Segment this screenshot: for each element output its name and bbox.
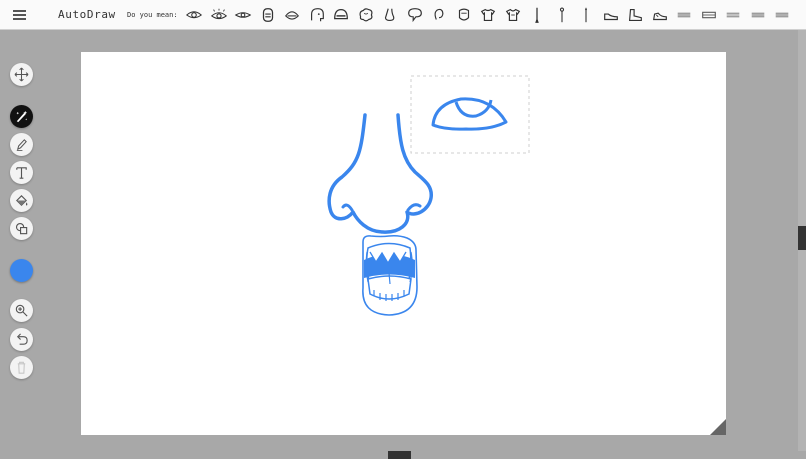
suggestion-head-profile-icon[interactable] bbox=[305, 5, 330, 25]
delete-tool-button[interactable] bbox=[10, 356, 33, 379]
zoom-tool-button[interactable] bbox=[10, 299, 33, 322]
suggestion-pin-icon[interactable] bbox=[550, 5, 575, 25]
suggestion-lines-stack-icon[interactable] bbox=[770, 5, 795, 25]
suggestion-needle-icon[interactable] bbox=[574, 5, 599, 25]
suggestion-lines-bold-icon[interactable] bbox=[697, 5, 722, 25]
suggestion-eye-simple-icon[interactable] bbox=[231, 5, 256, 25]
vertical-scrollbar-thumb[interactable] bbox=[798, 226, 806, 250]
autodraw-tool-button[interactable] bbox=[10, 105, 33, 128]
text-icon bbox=[16, 167, 27, 179]
suggestion-eye-lashes-icon[interactable] bbox=[207, 5, 232, 25]
mouth-drawing[interactable] bbox=[362, 234, 418, 316]
suggestion-list bbox=[182, 5, 806, 25]
undo-tool-button[interactable] bbox=[10, 328, 33, 351]
fill-tool-button[interactable] bbox=[10, 189, 33, 212]
suggestion-brain-icon[interactable] bbox=[354, 5, 379, 25]
suggestion-boot-icon[interactable] bbox=[623, 5, 648, 25]
trash-icon bbox=[17, 361, 26, 374]
shape-tool-button[interactable] bbox=[10, 217, 33, 240]
suggestion-mouth-icon[interactable] bbox=[280, 5, 305, 25]
suggestion-face-mask-icon[interactable] bbox=[256, 5, 281, 25]
selected-stroke[interactable] bbox=[410, 75, 530, 154]
suggestion-eye-icon[interactable] bbox=[182, 5, 207, 25]
suggestion-pen-icon[interactable] bbox=[525, 5, 550, 25]
suggestion-lines-icon[interactable] bbox=[672, 5, 697, 25]
suggestion-lines-thin-icon[interactable] bbox=[721, 5, 746, 25]
suggestion-lines-double-icon[interactable] bbox=[746, 5, 771, 25]
hamburger-menu-icon[interactable] bbox=[12, 8, 30, 22]
page-curl-icon bbox=[710, 419, 726, 435]
type-tool-button[interactable] bbox=[10, 161, 33, 184]
suggestion-face-icon[interactable] bbox=[452, 5, 477, 25]
draw-tool-button[interactable] bbox=[10, 133, 33, 156]
undo-icon bbox=[16, 333, 28, 345]
paint-bucket-icon bbox=[16, 195, 28, 206]
suggestion-speech-bubble-icon[interactable] bbox=[403, 5, 428, 25]
app-title: AutoDraw bbox=[58, 8, 116, 21]
do-you-mean-label: Do you mean: bbox=[127, 11, 178, 19]
autodraw-icon bbox=[16, 110, 28, 123]
suggestion-sneaker-icon[interactable] bbox=[648, 5, 673, 25]
shapes-icon bbox=[15, 222, 28, 235]
drawing-canvas[interactable] bbox=[81, 52, 726, 435]
suggestion-shirt-icon[interactable] bbox=[476, 5, 501, 25]
suggestion-ear-icon[interactable] bbox=[427, 5, 452, 25]
nose-drawing[interactable] bbox=[327, 113, 434, 234]
color-picker-button[interactable] bbox=[10, 259, 33, 282]
top-bar: AutoDraw Do you mean: bbox=[0, 0, 806, 30]
move-tool-button[interactable] bbox=[10, 63, 33, 86]
zoom-icon bbox=[15, 304, 28, 317]
move-arrows-icon bbox=[14, 67, 29, 82]
suggestion-helmet-icon[interactable] bbox=[329, 5, 354, 25]
suggestion-shoe-icon[interactable] bbox=[599, 5, 624, 25]
suggestion-nose-icon[interactable] bbox=[378, 5, 403, 25]
pencil-icon bbox=[16, 139, 27, 152]
suggestion-tshirt-icon[interactable] bbox=[501, 5, 526, 25]
horizontal-scrollbar-thumb[interactable] bbox=[388, 451, 411, 459]
drawing-surface bbox=[327, 75, 530, 316]
